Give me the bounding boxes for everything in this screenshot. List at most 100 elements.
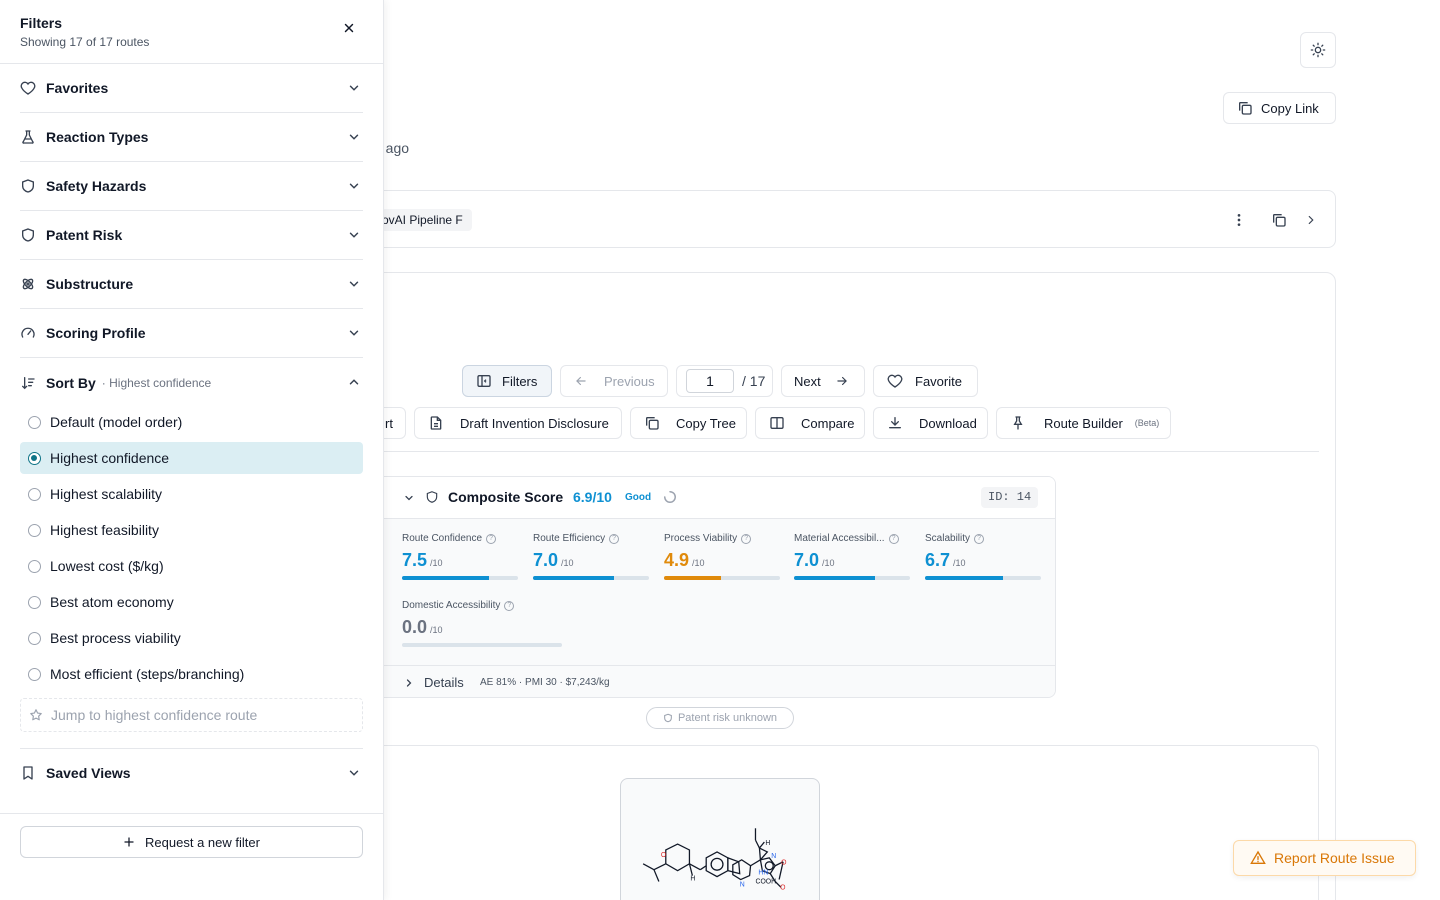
- filters-button[interactable]: Filters: [462, 365, 552, 397]
- drawer-footer-divider: [0, 813, 383, 814]
- download-button[interactable]: Download: [873, 407, 988, 439]
- copy-link-button[interactable]: Copy Link: [1223, 92, 1336, 124]
- svg-text:O: O: [780, 884, 786, 891]
- radio-button[interactable]: [28, 559, 41, 573]
- composite-score-card: Composite Score 6.9/10 Good ID: 14 Route…: [360, 476, 1056, 698]
- sort-option[interactable]: Best process viability: [20, 622, 363, 654]
- bookmark-icon: [20, 765, 36, 781]
- sort-option-label: Lowest cost ($/kg): [50, 558, 164, 574]
- heart-icon: [20, 80, 36, 96]
- composite-score-header[interactable]: Composite Score 6.9/10 Good ID: 14: [361, 477, 1055, 519]
- chevron-down-icon: [347, 228, 361, 242]
- section-substructure[interactable]: Substructure: [20, 260, 363, 309]
- metric-value: 7.5/10: [402, 550, 443, 570]
- previous-button[interactable]: Previous: [560, 365, 668, 397]
- section-sort-by[interactable]: Sort By · Highest confidence: [20, 358, 363, 407]
- composite-score-value: 6.9/10: [573, 489, 612, 505]
- section-reaction-types[interactable]: Reaction Types: [20, 113, 363, 162]
- draft-invention-disclosure-button[interactable]: Draft Invention Disclosure: [414, 407, 622, 439]
- sort-option[interactable]: Default (model order): [20, 406, 363, 438]
- radio-button[interactable]: [28, 631, 41, 645]
- svg-text:H: H: [765, 840, 770, 847]
- metric-bar-fill: [402, 576, 489, 580]
- chevron-right-icon[interactable]: [1301, 210, 1321, 230]
- copy-icon: [1237, 100, 1253, 116]
- compare-label: Compare: [801, 415, 855, 431]
- radio-button[interactable]: [28, 415, 41, 429]
- columns-icon: [769, 415, 785, 431]
- chevron-down-icon: [347, 81, 361, 95]
- target-molecule-card[interactable]: O H H N O HN COOH O N: [620, 778, 820, 900]
- page-selector: / 17: [676, 365, 773, 397]
- metric-value: 4.9/10: [664, 550, 705, 570]
- chevron-down-icon: [347, 130, 361, 144]
- metric-route-efficiency: Route Efficiency? 7.0/10: [533, 533, 649, 580]
- compare-button[interactable]: Compare: [755, 407, 865, 439]
- request-new-filter-button[interactable]: Request a new filter: [20, 826, 363, 858]
- metric-bar: [402, 576, 518, 580]
- metric-value: 0.0/10: [402, 617, 443, 637]
- route-builder-button[interactable]: Route Builder (Beta): [996, 407, 1171, 439]
- favorite-label: Favorite: [915, 373, 962, 389]
- metric-material-accessibility: Material Accessibil...? 7.0/10: [794, 533, 910, 580]
- section-safety-hazards[interactable]: Safety Hazards: [20, 162, 363, 211]
- details-row[interactable]: Details AE 81% · PMI 30 · $7,243/kg: [361, 665, 1055, 697]
- close-button[interactable]: [339, 18, 359, 38]
- help-icon[interactable]: ?: [741, 533, 752, 544]
- flask-icon: [20, 129, 36, 145]
- section-label: Substructure: [46, 276, 134, 292]
- shield-icon: [425, 490, 439, 504]
- sort-option-label: Highest feasibility: [50, 522, 159, 538]
- metric-bar: [925, 576, 1041, 580]
- section-scoring-profile[interactable]: Scoring Profile: [20, 309, 363, 358]
- sort-option[interactable]: Most efficient (steps/branching): [20, 658, 363, 690]
- more-vertical-icon[interactable]: [1229, 210, 1249, 230]
- svg-text:H: H: [690, 876, 695, 883]
- help-icon[interactable]: ?: [974, 533, 985, 544]
- help-icon[interactable]: ?: [504, 600, 515, 611]
- export-label: rt: [385, 415, 393, 431]
- patent-risk-badge: Patent risk unknown: [646, 707, 794, 729]
- svg-text:COOH: COOH: [755, 878, 776, 885]
- copy-tree-button[interactable]: Copy Tree: [630, 407, 747, 439]
- report-route-issue-button[interactable]: Report Route Issue: [1233, 840, 1416, 876]
- chevron-up-icon: [347, 375, 361, 389]
- sort-option[interactable]: Highest scalability: [20, 478, 363, 510]
- section-saved-views[interactable]: Saved Views: [20, 748, 363, 797]
- section-label: Sort By: [46, 374, 96, 391]
- jump-to-route-button[interactable]: Jump to highest confidence route: [20, 698, 363, 732]
- radio-button[interactable]: [28, 451, 41, 465]
- document-icon: [428, 415, 444, 431]
- section-favorites[interactable]: Favorites: [20, 64, 363, 113]
- copy-icon[interactable]: [1269, 210, 1289, 230]
- radio-button[interactable]: [28, 487, 41, 501]
- favorite-button[interactable]: Favorite: [873, 365, 978, 397]
- metric-value: 6.7/10: [925, 550, 966, 570]
- arrow-left-icon: [574, 374, 588, 388]
- metric-label: Domestic Accessibility: [402, 600, 501, 611]
- sort-option[interactable]: Highest feasibility: [20, 514, 363, 546]
- sort-option[interactable]: Best atom economy: [20, 586, 363, 618]
- theme-toggle-button[interactable]: [1300, 32, 1336, 68]
- warning-icon: [1250, 850, 1266, 866]
- copy-tree-label: Copy Tree: [676, 415, 736, 431]
- radio-button[interactable]: [28, 667, 41, 681]
- help-icon[interactable]: ?: [609, 533, 620, 544]
- radio-button[interactable]: [28, 595, 41, 609]
- sort-option-label: Most efficient (steps/branching): [50, 666, 245, 682]
- sort-option[interactable]: Highest confidence: [20, 442, 363, 474]
- previous-label: Previous: [604, 373, 655, 389]
- arrow-right-icon: [835, 374, 849, 388]
- radio-button[interactable]: [28, 523, 41, 537]
- section-patent-risk[interactable]: Patent Risk: [20, 211, 363, 260]
- metric-label: Material Accessibil...: [794, 533, 885, 544]
- metric-bar-fill: [664, 576, 721, 580]
- help-icon[interactable]: ?: [888, 533, 899, 544]
- section-label: Reaction Types: [46, 129, 149, 145]
- sort-option[interactable]: Lowest cost ($/kg): [20, 550, 363, 582]
- page-number-input[interactable]: [686, 369, 734, 393]
- next-button[interactable]: Next: [781, 365, 865, 397]
- download-label: Download: [919, 415, 977, 431]
- help-icon[interactable]: ?: [486, 533, 497, 544]
- close-icon: [342, 21, 356, 35]
